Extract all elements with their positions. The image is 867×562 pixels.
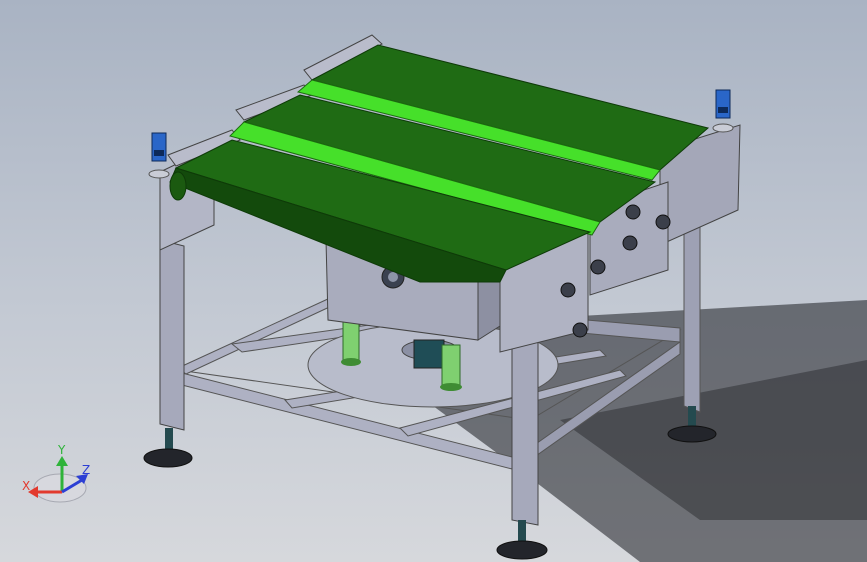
triad-base-icon [33,473,87,503]
foot-front-right-pad [496,540,548,560]
conveyor-model[interactable] [0,0,867,562]
foot-front-right-stem [518,520,526,542]
drive-wheel-4 [590,259,606,275]
foot-back-right-stem [688,406,696,428]
model-viewport[interactable]: X Y Z [0,0,867,562]
sensor-left [148,132,170,179]
foot-front-left-stem [165,428,173,450]
lift-cylinder-right-base [440,383,462,391]
gearbox-motor-hub [388,272,398,282]
drive-wheel-1 [625,204,641,220]
lift-cylinder-right [441,344,461,388]
drive-wheel-2 [622,235,638,251]
foot-front-left-pad [143,448,193,468]
drive-wheel-6 [572,322,588,338]
triad-z-label: Z [82,463,90,477]
triad-y-label: Y [57,444,66,457]
lift-cylinder-left [342,317,360,363]
turntable-shaft [413,339,445,369]
triad-y-arrow-icon [56,456,68,466]
drive-wheel-5 [560,282,576,298]
drive-wheel-3 [655,214,671,230]
lift-cylinder-left-base [341,358,361,366]
leg-front-left [159,239,185,431]
foot-back-right-pad [667,425,717,443]
leg-back-right [683,214,701,413]
triad-x-label: X [22,479,30,493]
axis-triad: X Y Z [18,443,98,506]
belt-front-roller [169,171,187,201]
sensor-right [712,89,734,133]
